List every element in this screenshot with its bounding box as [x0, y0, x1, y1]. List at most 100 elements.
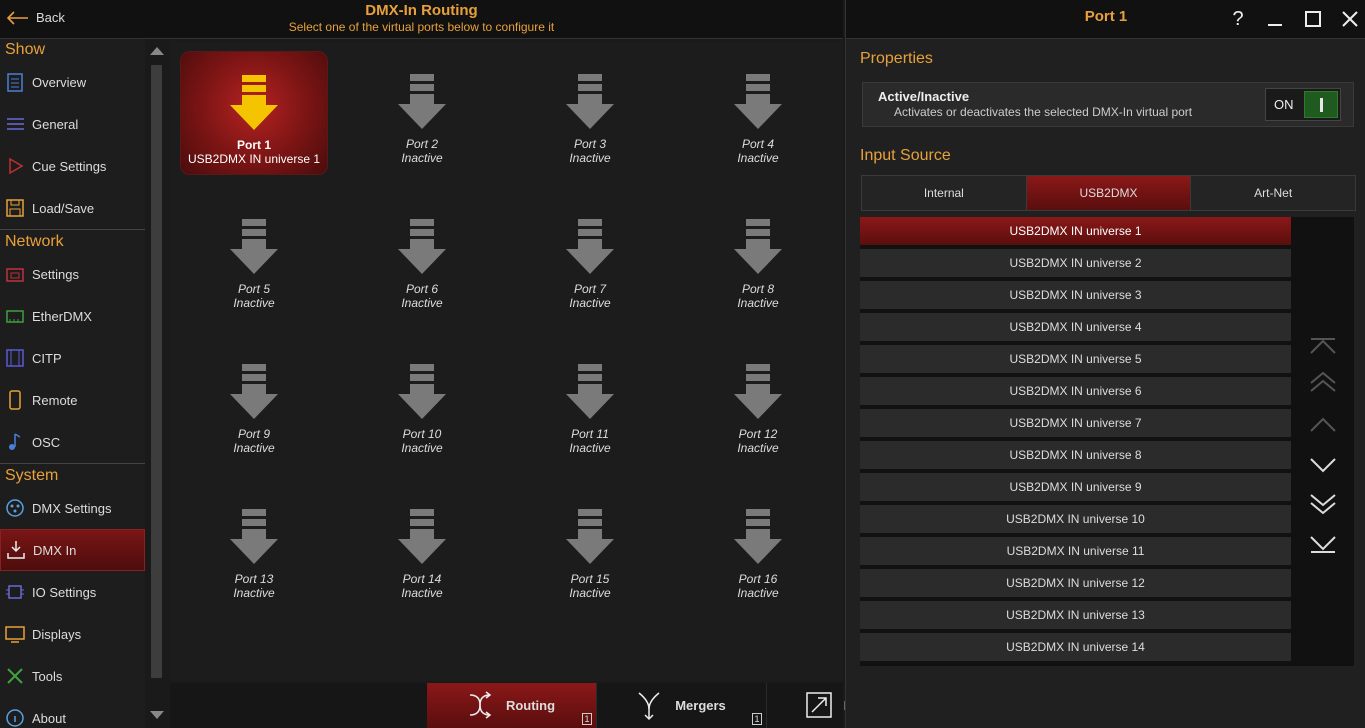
port-tile-4[interactable]: Port 4 Inactive — [684, 51, 832, 175]
xlr-connector-icon — [4, 497, 26, 519]
scroll-down-arrow-icon[interactable] — [150, 711, 164, 719]
source-tab-usb2dmx[interactable]: USB2DMX — [1026, 176, 1192, 210]
scroll-to-bottom-icon[interactable] — [1308, 531, 1338, 555]
sidebar-item-displays[interactable]: Displays — [0, 613, 145, 655]
minimize-button[interactable] — [1264, 8, 1286, 30]
scroll-up-arrow-icon[interactable] — [150, 47, 164, 55]
port-arrow-icon — [398, 219, 446, 274]
port-arrow-icon — [734, 509, 782, 564]
port-name: Port 8 — [741, 282, 774, 296]
active-inactive-title: Active/Inactive — [878, 89, 970, 104]
port-tile-16[interactable]: Port 16 Inactive — [684, 486, 832, 610]
sidebar-item-general[interactable]: General — [0, 103, 145, 145]
port-name: Port 9 — [237, 427, 270, 441]
port-status: Inactive — [401, 151, 443, 165]
active-inactive-description: Activates or deactivates the selected DM… — [894, 105, 1193, 119]
universe-list-item[interactable]: USB2DMX IN universe 3 — [860, 281, 1291, 309]
port-tile-12[interactable]: Port 12 Inactive — [684, 341, 832, 465]
universe-list-item[interactable]: USB2DMX IN universe 14 — [860, 633, 1291, 661]
universe-list-item[interactable]: USB2DMX IN universe 2 — [860, 249, 1291, 277]
port-status: Inactive — [737, 441, 779, 455]
port-tile-2[interactable]: Port 2 Inactive — [348, 51, 496, 175]
dmx-in-icon — [5, 539, 27, 561]
port-tile-6[interactable]: Port 6 Inactive — [348, 196, 496, 320]
port-name: Port 14 — [402, 572, 442, 586]
sidebar-item-remote[interactable]: Remote — [0, 379, 145, 421]
active-toggle[interactable]: ON — [1265, 88, 1341, 121]
sidebar-item-cue-settings[interactable]: Cue Settings — [0, 145, 145, 187]
properties-heading: Properties — [860, 50, 933, 67]
universe-list-item[interactable]: USB2DMX IN universe 7 — [860, 409, 1291, 437]
port-tile-11[interactable]: Port 11 Inactive — [516, 341, 664, 465]
port-arrow-icon — [734, 74, 782, 129]
port-tile-5[interactable]: Port 5 Inactive — [180, 196, 328, 320]
sidebar: Show Overview General Cue Settings Load/Save… — [0, 39, 145, 728]
universe-list-item[interactable]: USB2DMX IN universe 11 — [860, 537, 1291, 565]
port-tile-3[interactable]: Port 3 Inactive — [516, 51, 664, 175]
page-down-icon[interactable] — [1308, 491, 1338, 515]
port-name: Port 7 — [573, 282, 606, 296]
port-name: Port 11 — [571, 427, 609, 441]
universe-list-item[interactable]: USB2DMX IN universe 4 — [860, 313, 1291, 341]
sidebar-item-about[interactable]: About — [0, 697, 145, 728]
input-source-heading: Input Source — [860, 147, 951, 164]
port-status: Inactive — [737, 296, 779, 310]
scroll-down-icon[interactable] — [1308, 453, 1338, 477]
scrollbar-thumb[interactable] — [151, 65, 162, 678]
port-arrow-icon — [398, 74, 446, 129]
port-tile-8[interactable]: Port 8 Inactive — [684, 196, 832, 320]
tab-mergers[interactable]: Mergers 1 — [597, 683, 767, 728]
tab-routing[interactable]: Routing 1 — [427, 683, 597, 728]
scroll-up-icon[interactable] — [1308, 413, 1338, 437]
source-tab-art-net[interactable]: Art-Net — [1191, 176, 1356, 210]
page-up-icon[interactable] — [1308, 371, 1338, 395]
sidebar-item-io-settings[interactable]: IO Settings — [0, 571, 145, 613]
port-tile-1[interactable]: Port 1 USB2DMX IN universe 1 — [180, 51, 328, 175]
port-name: Port 2 — [405, 137, 438, 151]
port-name: Port 4 — [741, 137, 774, 151]
maximize-button[interactable] — [1302, 8, 1324, 30]
universe-list-item[interactable]: USB2DMX IN universe 12 — [860, 569, 1291, 597]
close-button[interactable] — [1339, 8, 1361, 30]
toggle-on-label: ON — [1274, 97, 1294, 112]
sidebar-item-citp[interactable]: CITP — [0, 337, 145, 379]
help-button[interactable]: ? — [1227, 8, 1249, 30]
list-scroll-controls — [1291, 217, 1354, 666]
sidebar-item-label: Overview — [32, 74, 87, 90]
sidebar-item-etherdmx[interactable]: EtherDMX — [0, 295, 145, 337]
sidebar-item-label: Tools — [32, 668, 63, 684]
port-tile-15[interactable]: Port 15 Inactive — [516, 486, 664, 610]
port-status: USB2DMX IN universe 1 — [187, 152, 321, 166]
port-tile-9[interactable]: Port 9 Inactive — [180, 341, 328, 465]
universe-list: USB2DMX IN universe 1 USB2DMX IN universe… — [860, 217, 1291, 666]
sidebar-item-tools[interactable]: Tools — [0, 655, 145, 697]
port-tile-13[interactable]: Port 13 Inactive — [180, 486, 328, 610]
scroll-to-top-icon[interactable] — [1308, 335, 1338, 359]
universe-list-item[interactable]: USB2DMX IN universe 5 — [860, 345, 1291, 373]
port-tile-14[interactable]: Port 14 Inactive — [348, 486, 496, 610]
sidebar-item-dmx-settings[interactable]: DMX Settings — [0, 487, 145, 529]
universe-list-item[interactable]: USB2DMX IN universe 6 — [860, 377, 1291, 405]
port-tile-10[interactable]: Port 10 Inactive — [348, 341, 496, 465]
universe-list-item[interactable]: USB2DMX IN universe 10 — [860, 505, 1291, 533]
sidebar-scrollbar[interactable] — [147, 39, 168, 728]
sidebar-item-osc[interactable]: OSC — [0, 421, 145, 463]
port-name: Port 10 — [402, 427, 442, 441]
port-tile-7[interactable]: Port 7 Inactive — [516, 196, 664, 320]
universe-list-item[interactable]: USB2DMX IN universe 8 — [860, 441, 1291, 469]
sidebar-item-load-save[interactable]: Load/Save — [0, 187, 145, 229]
port-properties-panel: Port 1 ? Properties Active/Inactive Acti… — [845, 0, 1365, 728]
port-arrow-icon — [566, 219, 614, 274]
source-tab-internal[interactable]: Internal — [862, 176, 1027, 210]
port-status: Inactive — [737, 151, 779, 165]
sidebar-item-label: OSC — [32, 434, 61, 450]
port-name: Port 6 — [405, 282, 438, 296]
sidebar-item-settings[interactable]: Settings — [0, 253, 145, 295]
port-grid: Port 1 USB2DMX IN universe 1 Port 2 Inactiv… — [170, 41, 843, 681]
port-status: Inactive — [233, 441, 275, 455]
universe-list-item[interactable]: USB2DMX IN universe 9 — [860, 473, 1291, 501]
universe-list-item[interactable]: USB2DMX IN universe 1 — [860, 217, 1291, 245]
universe-list-item[interactable]: USB2DMX IN universe 13 — [860, 601, 1291, 629]
sidebar-item-overview[interactable]: Overview — [0, 61, 145, 103]
sidebar-item-dmx-in[interactable]: DMX In — [0, 529, 145, 571]
